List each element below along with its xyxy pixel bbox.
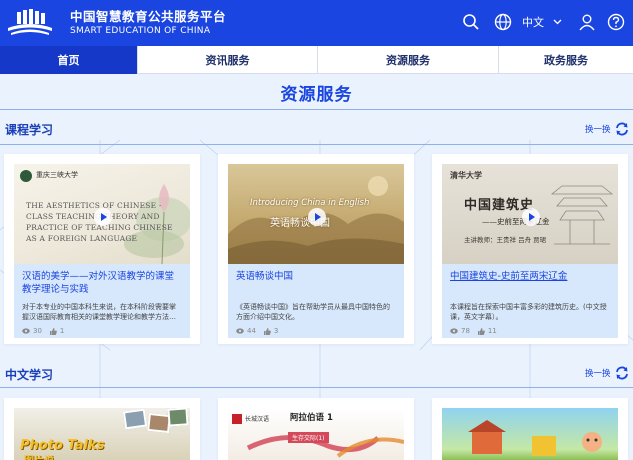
- help-icon[interactable]: [607, 13, 625, 31]
- view-count-value: 30: [33, 327, 42, 335]
- course-thumbnail[interactable]: Introducing China in English 英语畅谈中国: [228, 164, 404, 264]
- course-description: 对于本专业的中国本科生来说，在本科阶段需要掌握汉语国际教育相关的课堂教学理论和教…: [22, 303, 176, 321]
- cartoon-scene-icon: [468, 420, 602, 456]
- thumbnail-teacher: 主讲教师：王贵祥 吕舟 贾珺: [464, 236, 547, 244]
- play-icon[interactable]: [94, 208, 112, 226]
- like-count-value: 11: [487, 327, 497, 335]
- university-seal-icon: [20, 170, 32, 182]
- course-info: 汉语的美学——对外汉语教学的课堂教学理论与实践 对于本专业的中国本科生来说，在本…: [14, 264, 190, 338]
- like-count: 11: [477, 327, 497, 335]
- eye-icon: [236, 328, 244, 334]
- refresh-label: 换一换: [585, 125, 611, 135]
- chevron-down-icon[interactable]: [553, 17, 562, 26]
- course-stats: 30 1: [22, 327, 182, 335]
- view-count: 44: [236, 327, 256, 335]
- thumbnail-text: Introducing China in English: [250, 198, 370, 208]
- course-title[interactable]: 中国建筑史-史前至两宋辽金: [450, 270, 610, 298]
- like-count: 1: [49, 327, 65, 335]
- course-info: 英语畅谈中国 《英语畅谈中国》旨在帮助学员从最具中国特色的方面介绍中国文化。 4…: [228, 264, 404, 338]
- thumbnail-university: 清华大学: [450, 170, 482, 180]
- course-title[interactable]: 英语畅谈中国: [236, 270, 396, 298]
- course-card[interactable]: 长城汉语 阿拉伯语 1 生存交际(1): [218, 398, 414, 460]
- refresh-button[interactable]: 换一换: [585, 366, 629, 380]
- divider: [0, 109, 633, 110]
- course-card[interactable]: 清华大学 中国建筑史 ——史前至两宋辽金 主讲教师：王贵祥 吕舟 贾珺 中国建筑…: [432, 154, 628, 344]
- thumbs-up-icon: [477, 327, 485, 335]
- course-card[interactable]: Photo Talks 图片说: [4, 398, 200, 460]
- nav-item-government[interactable]: 政务服务: [499, 46, 633, 74]
- page-title: 资源服务: [280, 85, 353, 105]
- thumbnail-subtitle: 图片说: [24, 452, 54, 460]
- search-icon[interactable]: [462, 13, 480, 31]
- thumbs-up-icon: [49, 327, 57, 335]
- platform-logo-icon[interactable]: [5, 6, 55, 38]
- nav-item-home[interactable]: 首页: [0, 46, 138, 74]
- view-count: 78: [450, 327, 470, 335]
- section-title-chinese: 中文学习: [5, 368, 54, 382]
- course-card[interactable]: Introducing China in English 英语畅谈中国 英语畅谈…: [218, 154, 414, 344]
- course-description: 《英语畅谈中国》旨在帮助学员从最具中国特色的方面介绍中国文化。: [236, 303, 390, 321]
- nav-item-news[interactable]: 资讯服务: [138, 46, 318, 74]
- brand-title[interactable]: 中国智慧教育公共服务平台 SMART EDUCATION OF CHINA: [70, 9, 226, 38]
- language-selector[interactable]: 中文: [522, 14, 544, 30]
- course-info: 中国建筑史-史前至两宋辽金 本课程旨在探索中国丰富多彩的建筑历史。(中文授课，英…: [442, 264, 618, 338]
- view-count-value: 44: [247, 327, 256, 335]
- course-thumbnail[interactable]: Photo Talks 图片说: [14, 408, 190, 460]
- eye-icon: [450, 328, 458, 334]
- course-title[interactable]: 汉语的美学——对外汉语教学的课堂教学理论与实践: [22, 270, 182, 298]
- thumbnail-university: 重庆三峡大学: [36, 171, 78, 179]
- like-count-value: 3: [273, 327, 279, 335]
- play-icon[interactable]: [522, 208, 540, 226]
- eye-icon: [22, 328, 30, 334]
- view-count: 30: [22, 327, 42, 335]
- like-count-value: 1: [59, 327, 65, 335]
- divider: [0, 144, 633, 145]
- course-stats: 44 3: [236, 327, 396, 335]
- thumbnail-text: Photo Talks: [20, 438, 105, 453]
- divider: [0, 387, 633, 388]
- course-description: 本课程旨在探索中国丰富多彩的建筑历史。(中文授课，英文字幕）。: [450, 303, 607, 321]
- like-count: 3: [263, 327, 279, 335]
- user-icon[interactable]: [578, 13, 596, 31]
- play-icon[interactable]: [308, 208, 326, 226]
- course-card[interactable]: [432, 398, 628, 460]
- globe-icon[interactable]: [494, 13, 512, 31]
- top-header: 中国智慧教育公共服务平台 SMART EDUCATION OF CHINA 中文: [0, 0, 633, 46]
- thumbnail-subtitle: 生存交际(1): [288, 432, 329, 443]
- refresh-icon: [615, 366, 628, 380]
- course-thumbnail[interactable]: 长城汉语 阿拉伯语 1 生存交际(1): [228, 408, 404, 460]
- course-card[interactable]: 重庆三峡大学 THE AESTHETICS OF CHINESE - CLASS…: [4, 154, 200, 344]
- nav-item-resources[interactable]: 资源服务: [318, 46, 499, 74]
- view-count-value: 78: [461, 327, 470, 335]
- photo-icon: [122, 408, 148, 430]
- brand-title-cn: 中国智慧教育公共服务平台: [70, 9, 227, 24]
- refresh-button[interactable]: 换一换: [585, 122, 629, 136]
- main-nav: 首页 资讯服务 资源服务 政务服务: [0, 46, 633, 74]
- course-thumbnail[interactable]: 清华大学 中国建筑史 ——史前至两宋辽金 主讲教师：王贵祥 吕舟 贾珺: [442, 164, 618, 264]
- course-stats: 78 11: [450, 327, 610, 335]
- refresh-icon: [615, 122, 628, 136]
- section-title-courses: 课程学习: [5, 123, 54, 137]
- thumbs-up-icon: [263, 327, 271, 335]
- photo-icon: [167, 408, 189, 427]
- course-thumbnail[interactable]: [442, 408, 618, 460]
- refresh-label: 换一换: [585, 369, 611, 379]
- brand-title-en: SMART EDUCATION OF CHINA: [70, 26, 211, 36]
- course-thumbnail[interactable]: 重庆三峡大学 THE AESTHETICS OF CHINESE - CLASS…: [14, 164, 190, 264]
